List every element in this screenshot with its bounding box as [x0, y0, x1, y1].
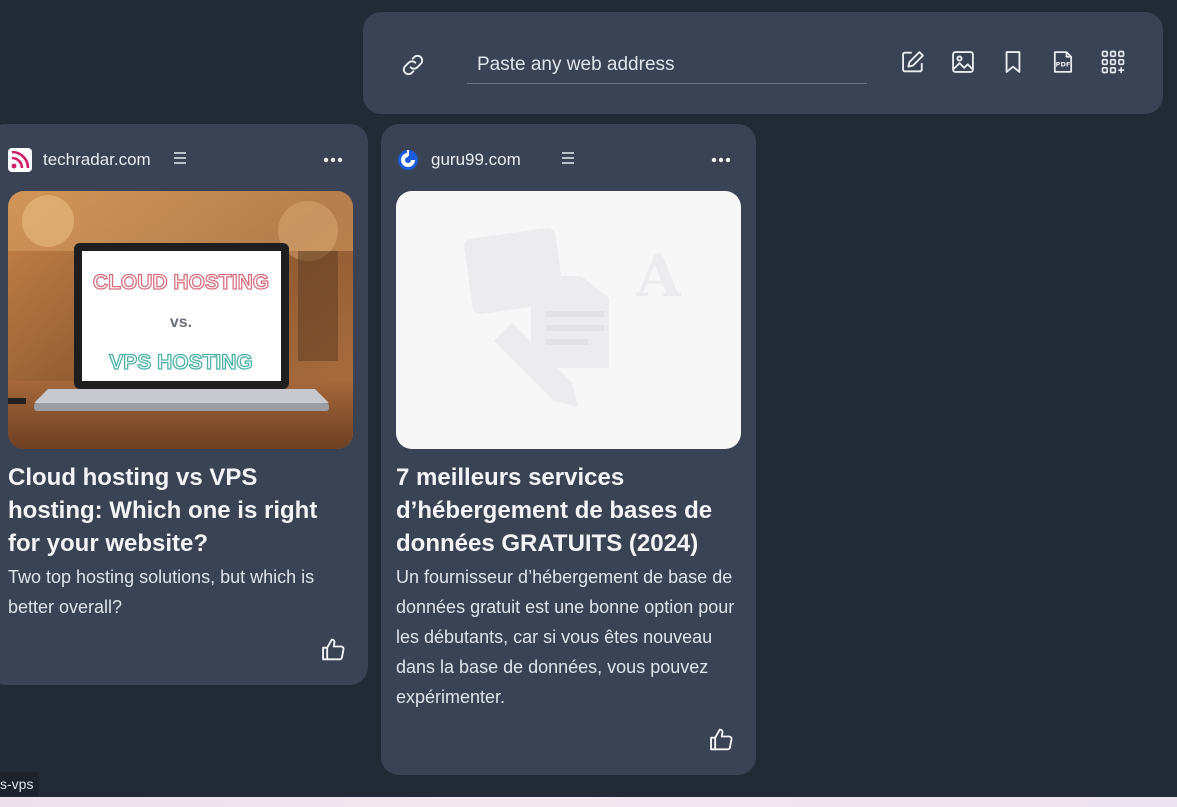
card-thumbnail[interactable]: CLOUD HOSTING vs. VPS HOSTING [8, 191, 353, 449]
url-input[interactable] [467, 46, 867, 84]
pdf-label: PDF [1056, 61, 1071, 69]
thumbnail-text-1: CLOUD HOSTING [93, 271, 269, 294]
feed-card[interactable]: guru99.com A 7 meilleurs services d’hébe… [381, 124, 756, 775]
url-bar [399, 46, 869, 88]
apps-add-icon[interactable] [1099, 48, 1127, 76]
thumbnail-text-3: VPS HOSTING [109, 351, 253, 374]
placeholder-media-icon: A [464, 228, 682, 407]
card-description: Two top hosting solutions, but which is … [8, 567, 315, 617]
feed-card[interactable]: techradar.com CLOUD HOSTING vs. VPS HOST… [0, 124, 368, 685]
card-description: Un fournisseur d’hébergement de base de … [396, 567, 735, 707]
link-status-tooltip: s-vps [0, 772, 40, 796]
list-menu-icon[interactable] [560, 150, 576, 166]
image-icon[interactable] [949, 48, 977, 76]
thumbs-up-icon[interactable] [319, 636, 347, 664]
bookmark-icon[interactable] [999, 48, 1027, 76]
link-icon [402, 54, 424, 76]
list-menu-icon[interactable] [172, 150, 188, 166]
thumbnail-text-2: vs. [170, 314, 192, 331]
note-edit-icon[interactable] [899, 48, 927, 76]
card-header: techradar.com [0, 146, 368, 174]
pdf-icon[interactable]: PDF [1049, 48, 1077, 76]
card-title[interactable]: Cloud hosting vs VPS hosting: Which one … [8, 461, 348, 560]
rss-icon [8, 148, 32, 172]
card-site-name[interactable]: guru99.com [431, 150, 521, 170]
card-header: guru99.com [381, 146, 756, 174]
taskbar-strip [0, 797, 1177, 807]
card-thumbnail[interactable]: A [396, 191, 741, 449]
guru99-icon [396, 148, 420, 172]
thumbs-up-icon[interactable] [707, 726, 735, 754]
svg-text:A: A [635, 242, 682, 310]
top-toolbar: PDF [363, 12, 1163, 114]
more-options-icon[interactable] [322, 152, 344, 168]
card-site-name[interactable]: techradar.com [43, 150, 151, 170]
card-title[interactable]: 7 meilleurs services d’hébergement de ba… [396, 461, 741, 560]
more-options-icon[interactable] [710, 152, 732, 168]
